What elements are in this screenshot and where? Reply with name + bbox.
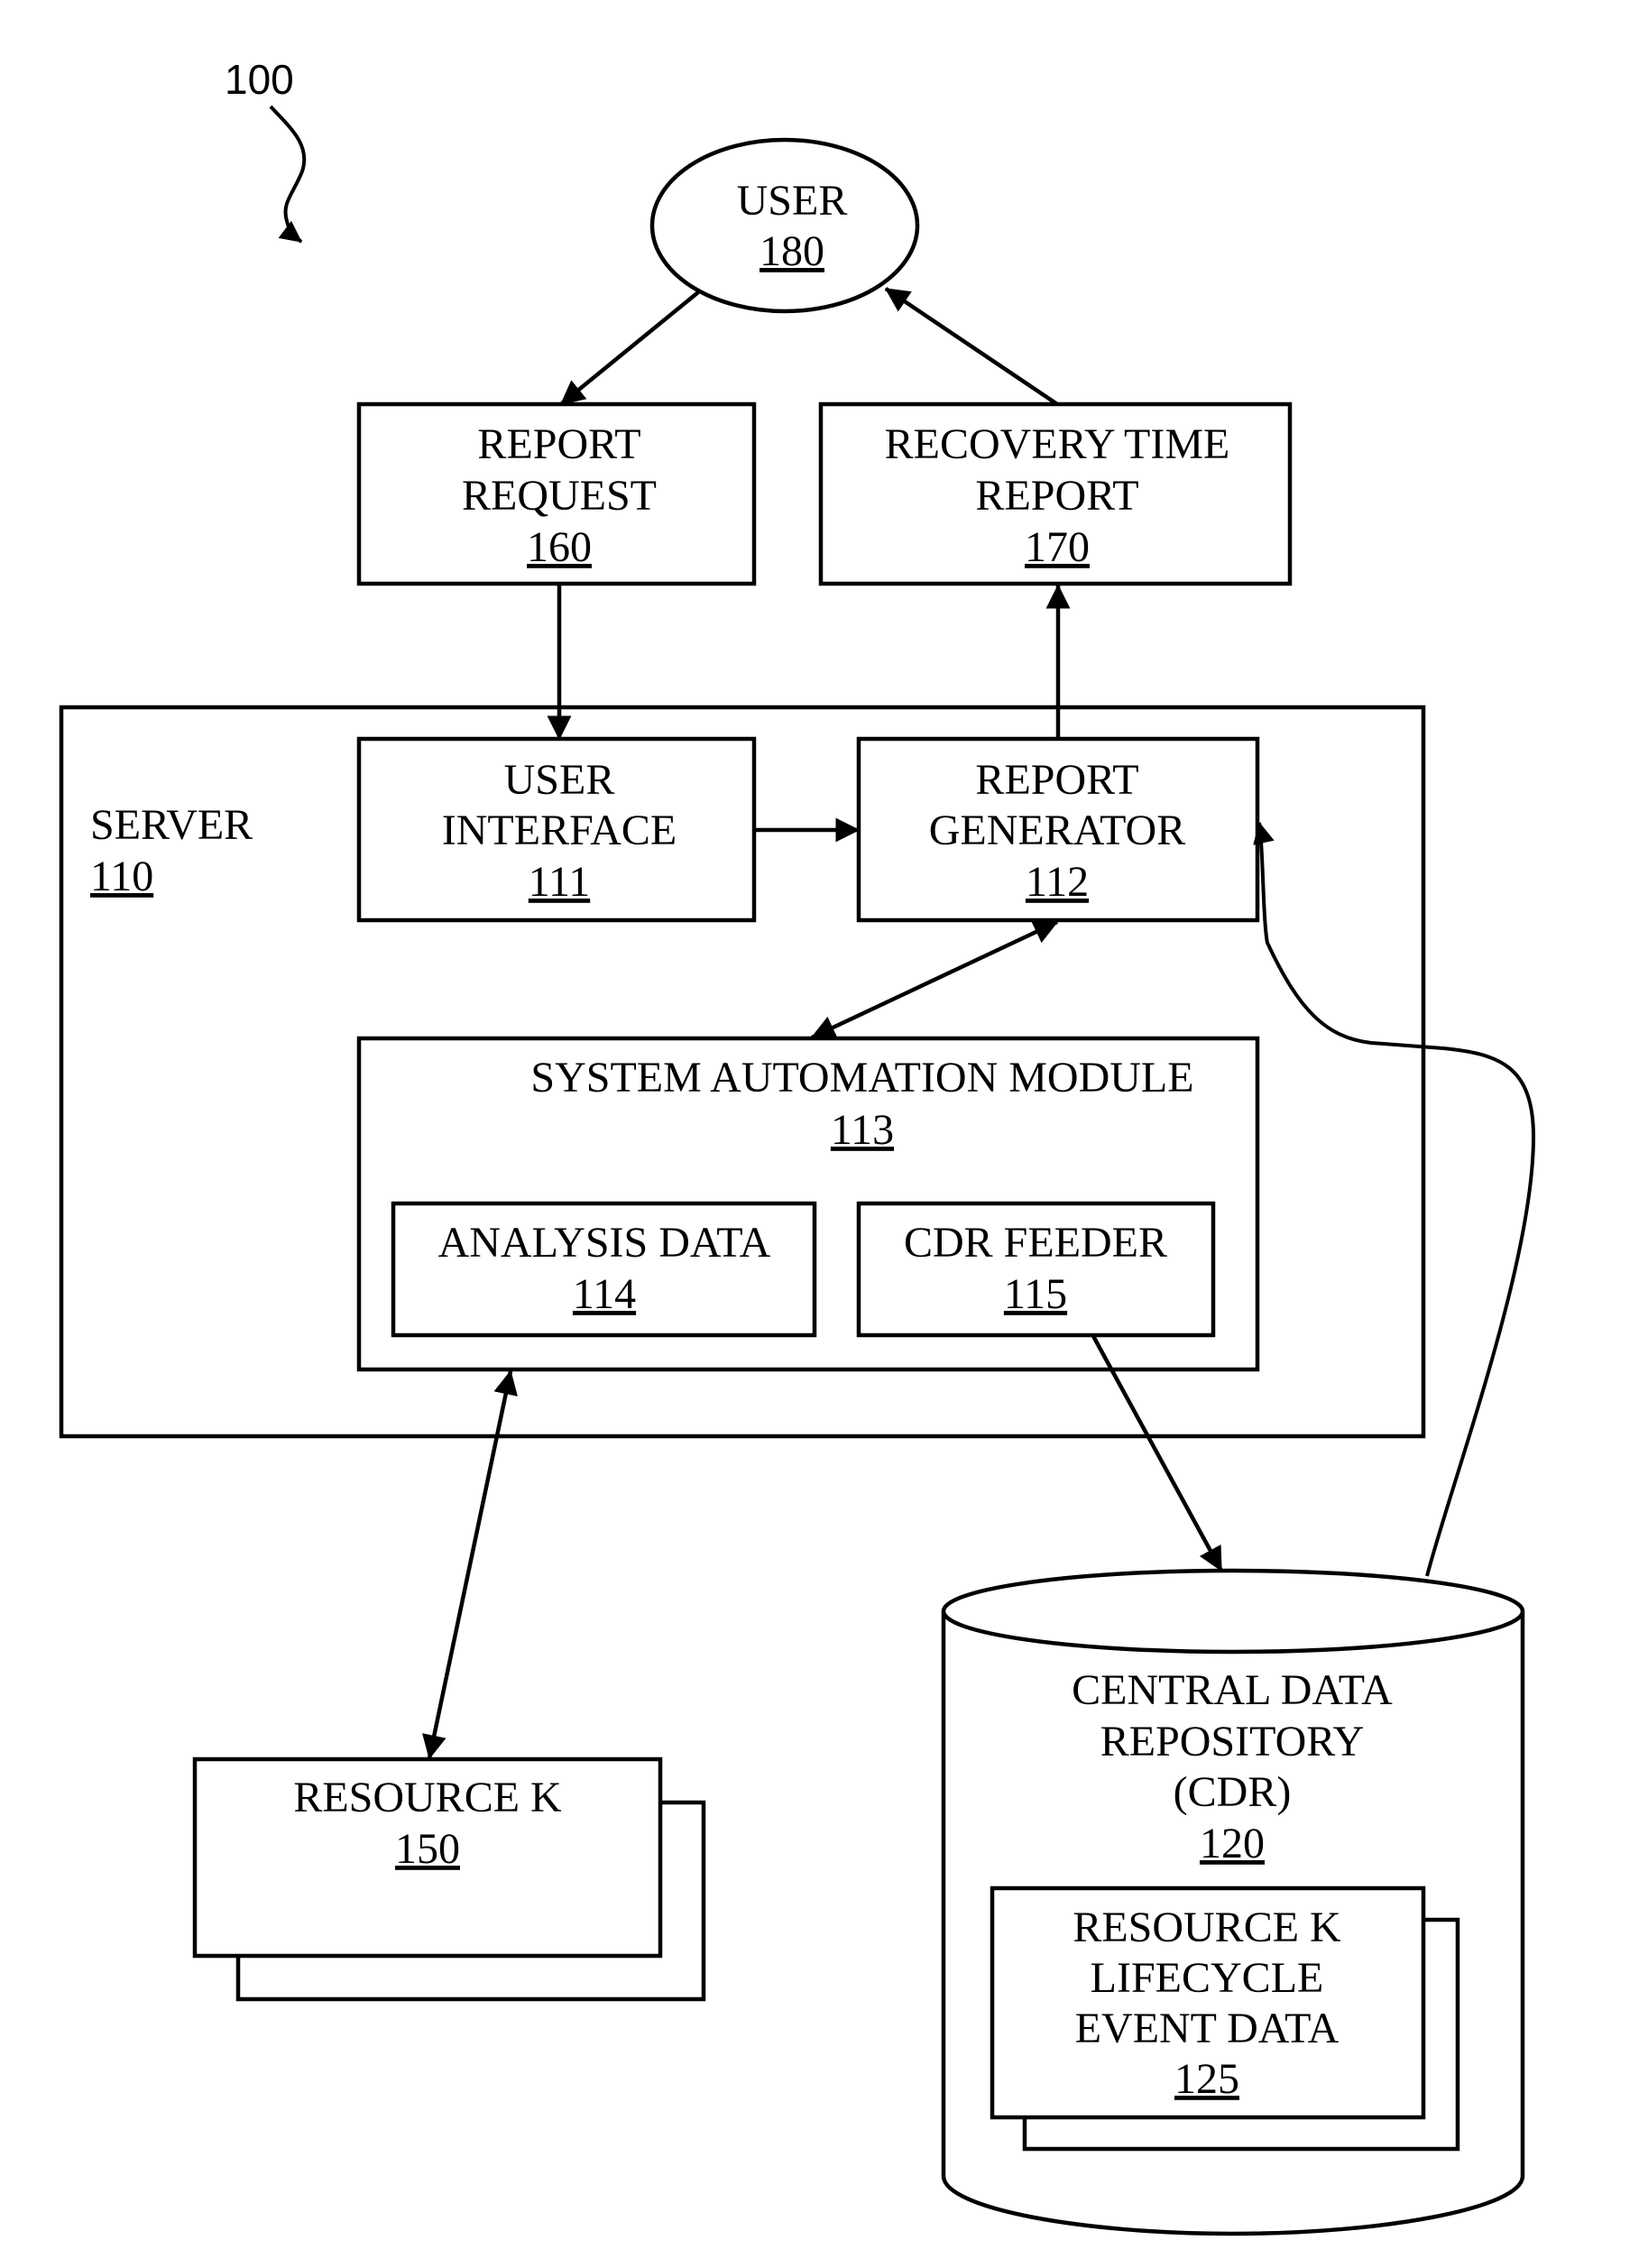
node-analysis-data[interactable]: ANALYSIS DATA 114 <box>391 1201 817 1338</box>
cdr-ref: 120 <box>1200 1820 1265 1867</box>
system-automation-module-ref: 113 <box>831 1106 894 1154</box>
node-report-generator[interactable]: REPORT GENERATOR 112 <box>856 736 1260 923</box>
node-cdr-feeder[interactable]: CDR FEEDER 115 <box>856 1201 1216 1338</box>
server-ref: 110 <box>90 853 153 900</box>
report-generator-title-1: REPORT <box>975 756 1138 804</box>
node-recovery-time-report[interactable]: RECOVERY TIME REPORT 170 <box>818 401 1293 586</box>
edge-user-to-report-request <box>559 290 700 406</box>
edge-recovery-report-to-user <box>884 287 1059 406</box>
user-interface-title-1: USER <box>504 756 615 804</box>
lifecycle-title-1: RESOURCE K <box>1073 1904 1341 1951</box>
system-automation-module-title: SYSTEM AUTOMATION MODULE <box>530 1054 1193 1102</box>
analysis-data-title: ANALYSIS DATA <box>438 1219 771 1267</box>
node-resource-k[interactable]: RESOURCE K 150 <box>192 1756 706 2002</box>
analysis-data-ref: 114 <box>573 1270 636 1318</box>
cdr-title-3: (CDR) <box>1174 1768 1292 1816</box>
report-request-ref: 160 <box>527 523 592 571</box>
lifecycle-title-3: EVENT DATA <box>1075 2005 1340 2052</box>
lifecycle-ref: 125 <box>1174 2055 1239 2103</box>
user-interface-title-2: INTERFACE <box>442 807 677 854</box>
figure-pointer-arrow <box>269 105 307 244</box>
recovery-time-report-ref: 170 <box>1025 523 1090 571</box>
report-request-title-1: REPORT <box>477 420 640 468</box>
node-report-request[interactable]: REPORT REQUEST 160 <box>356 401 757 586</box>
resource-k-title: RESOURCE K <box>293 1774 562 1821</box>
report-request-title-2: REQUEST <box>462 472 657 520</box>
user-ref: 180 <box>760 227 824 275</box>
user-title: USER <box>737 177 848 225</box>
node-lifecycle-event-data[interactable]: RESOURCE K LIFECYCLE EVENT DATA 125 <box>990 1885 1460 2152</box>
cdr-feeder-ref: 115 <box>1004 1270 1067 1318</box>
cdr-feeder-title: CDR FEEDER <box>904 1219 1167 1267</box>
server-title: SERVER <box>90 801 253 849</box>
node-user-interface[interactable]: USER INTERFACE 111 <box>356 736 757 923</box>
user-interface-ref: 111 <box>529 858 590 906</box>
report-generator-title-2: GENERATOR <box>929 807 1185 854</box>
recovery-time-report-title-1: RECOVERY TIME <box>885 420 1230 468</box>
figure-label: 100 <box>225 56 294 103</box>
cdr-title-2: REPOSITORY <box>1100 1718 1365 1766</box>
cdr-title-1: CENTRAL DATA <box>1072 1666 1393 1714</box>
system-diagram: 100 USER 180 REPORT REQUEST 160 RECOVERY… <box>59 56 1536 2236</box>
node-user[interactable]: USER 180 <box>649 137 920 314</box>
report-generator-ref: 112 <box>1026 858 1089 906</box>
recovery-time-report-title-2: REPORT <box>975 472 1138 520</box>
resource-k-ref: 150 <box>395 1825 460 1873</box>
lifecycle-title-2: LIFECYCLE <box>1091 1954 1324 2002</box>
